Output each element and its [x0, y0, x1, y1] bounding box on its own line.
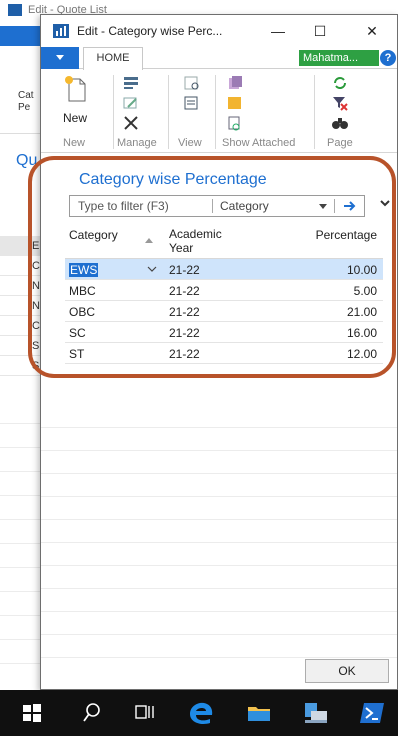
column-header-category[interactable]: Category — [69, 228, 118, 242]
refresh-icon[interactable] — [331, 75, 349, 91]
links-icon[interactable] — [226, 115, 244, 131]
ribbon-tab-row: HOME Mahatma... ? — [41, 47, 397, 70]
ribbon-group-new: New New — [41, 69, 113, 153]
cell-percentage: 10.00 — [346, 263, 377, 277]
filter-divider — [212, 199, 213, 213]
list-item[interactable]: S — [0, 356, 40, 376]
cell-percentage: 12.00 — [346, 347, 377, 361]
task-view-icon[interactable] — [134, 701, 156, 725]
cell-category: OBC — [69, 305, 96, 319]
edit-icon[interactable] — [122, 95, 140, 111]
background-ribbon-label: Cat Pe — [18, 90, 34, 113]
background-list: E C N N C S S — [0, 236, 40, 376]
arrow-right-icon[interactable] — [342, 197, 358, 215]
new-button[interactable]: New — [63, 111, 87, 125]
grid-empty-rows — [41, 405, 397, 658]
cell-academic-year: 21-22 — [169, 284, 200, 298]
cell-category[interactable]: EWS — [69, 263, 99, 277]
table-row[interactable]: MBC 21-22 5.00 — [65, 280, 383, 301]
dialog-title-bar[interactable]: Edit - Category wise Perc... — ☐ ✕ — [41, 15, 397, 47]
minimize-button[interactable]: — — [267, 21, 289, 41]
category-wise-percentage-dialog: Edit - Category wise Perc... — ☐ ✕ HOME … — [40, 14, 398, 690]
background-empty-rows — [0, 400, 40, 664]
background-ribbon: Cat Pe — [0, 46, 40, 134]
find-icon[interactable] — [331, 115, 349, 131]
tab-home[interactable]: HOME — [83, 47, 143, 70]
app-logo-icon — [53, 24, 69, 38]
background-menu-button[interactable] — [0, 26, 40, 46]
ok-button[interactable]: OK — [305, 659, 389, 683]
ribbon-group-label-show-attached: Show Attached — [222, 137, 296, 149]
view-list-icon[interactable] — [183, 95, 201, 111]
chevron-down-icon — [56, 55, 64, 60]
notes-yellow-icon[interactable] — [226, 95, 244, 111]
app-menu-button[interactable] — [41, 47, 79, 69]
edit-list-icon[interactable] — [122, 75, 140, 91]
list-item[interactable]: N — [0, 276, 40, 296]
company-badge[interactable]: Mahatma... — [299, 50, 379, 66]
table-row[interactable]: SC 21-22 16.00 — [65, 322, 383, 343]
edge-icon[interactable] — [186, 701, 216, 725]
cell-percentage: 16.00 — [346, 326, 377, 340]
clear-filter-icon[interactable] — [331, 95, 349, 111]
list-item[interactable]: C — [0, 256, 40, 276]
ribbon-group-view: View — [169, 69, 215, 153]
close-button[interactable]: ✕ — [361, 21, 383, 41]
taskbar — [0, 690, 398, 736]
network-icon[interactable] — [302, 701, 330, 725]
powershell-icon[interactable] — [358, 701, 386, 725]
view-icon[interactable] — [183, 75, 201, 91]
ribbon-group-label-page: Page — [327, 137, 353, 149]
data-grid: Category Academic Year Percentage EWS 21… — [65, 225, 383, 364]
new-document-icon[interactable] — [63, 75, 87, 103]
help-icon[interactable]: ? — [380, 50, 396, 66]
list-item[interactable]: N — [0, 296, 40, 316]
page-title: Category wise Percentage — [79, 171, 267, 188]
maximize-button[interactable]: ☐ — [309, 21, 331, 41]
filter-bar: Category — [69, 195, 365, 217]
file-explorer-icon[interactable] — [246, 701, 272, 725]
notes-icon[interactable] — [226, 75, 244, 91]
chevron-down-icon[interactable] — [318, 198, 328, 214]
cell-percentage: 5.00 — [353, 284, 377, 298]
table-row[interactable]: OBC 21-22 21.00 — [65, 301, 383, 322]
ribbon-group-page: Page — [315, 69, 365, 153]
ribbon-group-show-attached: Show Attached — [216, 69, 314, 153]
list-item[interactable]: S — [0, 336, 40, 356]
table-row[interactable]: EWS 21-22 10.00 — [65, 259, 383, 280]
list-item[interactable]: E — [0, 236, 40, 256]
cell-category: MBC — [69, 284, 96, 298]
ribbon: New New Manage View Show Attached Page — [41, 69, 397, 153]
background-page-title: Qu — [16, 152, 38, 169]
grid-header: Category Academic Year Percentage — [65, 225, 383, 259]
windows-start-icon[interactable] — [22, 701, 42, 725]
cell-academic-year: 21-22 — [169, 347, 200, 361]
cell-category: SC — [69, 326, 86, 340]
cell-academic-year: 21-22 — [169, 326, 200, 340]
cell-category: ST — [69, 347, 85, 361]
cell-percentage: 21.00 — [346, 305, 377, 319]
column-header-percentage[interactable]: Percentage — [316, 228, 377, 242]
filter-divider — [334, 199, 335, 213]
cell-academic-year: 21-22 — [169, 263, 200, 277]
list-item[interactable]: C — [0, 316, 40, 336]
filter-input[interactable] — [70, 196, 212, 216]
app-logo-icon — [8, 4, 22, 16]
sort-ascending-icon — [145, 238, 153, 243]
filter-field-select[interactable]: Category — [220, 199, 269, 213]
ribbon-group-manage: Manage — [114, 69, 168, 153]
cell-academic-year: 21-22 — [169, 305, 200, 319]
ribbon-group-label-manage: Manage — [117, 137, 157, 149]
chevron-down-icon[interactable] — [147, 262, 157, 276]
dialog-title: Edit - Category wise Perc... — [77, 24, 223, 38]
table-row[interactable]: ST 21-22 12.00 — [65, 343, 383, 364]
search-icon[interactable] — [82, 701, 102, 725]
ribbon-group-label-new: New — [63, 137, 86, 149]
column-header-academic-year[interactable]: Academic Year — [169, 227, 239, 255]
ribbon-group-label-view: View — [178, 137, 202, 149]
delete-icon[interactable] — [122, 115, 140, 131]
chevron-down-icon[interactable] — [379, 197, 391, 209]
